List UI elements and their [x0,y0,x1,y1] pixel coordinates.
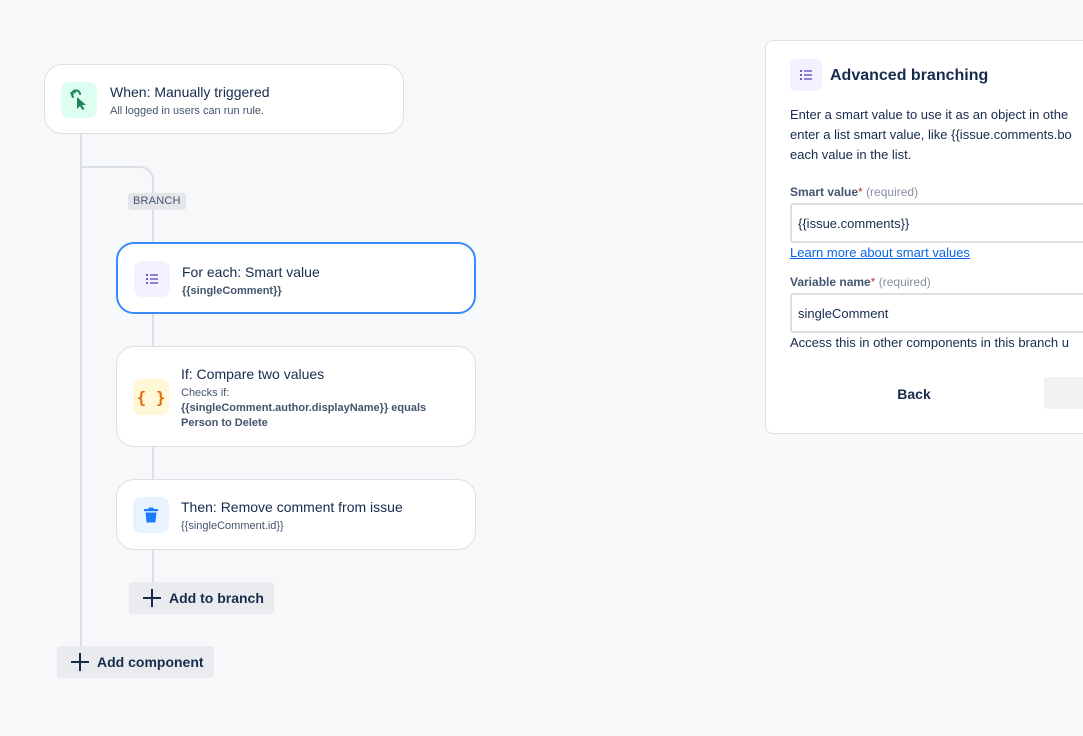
condition-detail-line2: Person to Delete [181,417,268,429]
panel-title: Advanced branching [830,67,989,84]
smart-value-input[interactable] [790,203,1083,243]
for-each-title: For each: Smart value [182,264,320,280]
smart-value-label: Smart value* (required) [790,185,919,199]
plus-icon [143,589,161,607]
add-to-branch-label: Add to branch [169,590,264,606]
list-icon [134,261,170,297]
back-button[interactable]: Back [884,383,944,405]
braces-icon: { } [133,379,169,415]
variable-name-input[interactable] [790,293,1083,333]
trigger-title: When: Manually triggered [110,84,270,100]
add-to-branch-button[interactable]: Add to branch [129,582,274,614]
add-component-button[interactable]: Add component [57,646,214,678]
cursor-click-icon [61,82,97,118]
plus-icon [71,653,89,671]
next-button[interactable] [1044,377,1083,409]
variable-name-label: Variable name* (required) [790,275,931,289]
condition-title: If: Compare two values [181,366,325,382]
advanced-branching-panel: Advanced branching Enter a smart value t… [765,40,1083,434]
action-title: Then: Remove comment from issue [181,499,403,515]
trash-icon [133,497,169,533]
action-card[interactable]: Then: Remove comment from issue {{single… [116,479,476,550]
variable-helper-text: Access this in other components in this … [790,335,1069,350]
learn-more-link[interactable]: Learn more about smart values [790,245,970,260]
description-line-2: enter a list smart value, like {{issue.c… [790,127,1072,142]
add-component-label: Add component [97,654,204,670]
list-icon [790,59,822,91]
condition-card[interactable]: { } If: Compare two values Checks if: {{… [116,346,476,447]
for-each-card[interactable]: For each: Smart value {{singleComment}} [116,242,476,314]
main-flow-line [80,134,82,648]
condition-prefix: Checks if: [181,387,230,399]
description-line-3: each value in the list. [790,147,912,162]
branch-badge: BRANCH [128,193,186,210]
action-detail: {{singleComment.id}} [181,520,284,532]
condition-detail-line1: {{singleComment.author.displayName}} equ… [181,402,427,414]
for-each-detail: {{singleComment}} [182,285,282,297]
panel-description: Enter a smart value to use it as an obje… [790,105,1083,165]
branch-connector-curve [124,166,154,196]
trigger-subtitle: All logged in users can run rule. [110,105,265,117]
trigger-card[interactable]: When: Manually triggered All logged in u… [44,64,404,134]
description-line-1: Enter a smart value to use it as an obje… [790,107,1069,122]
